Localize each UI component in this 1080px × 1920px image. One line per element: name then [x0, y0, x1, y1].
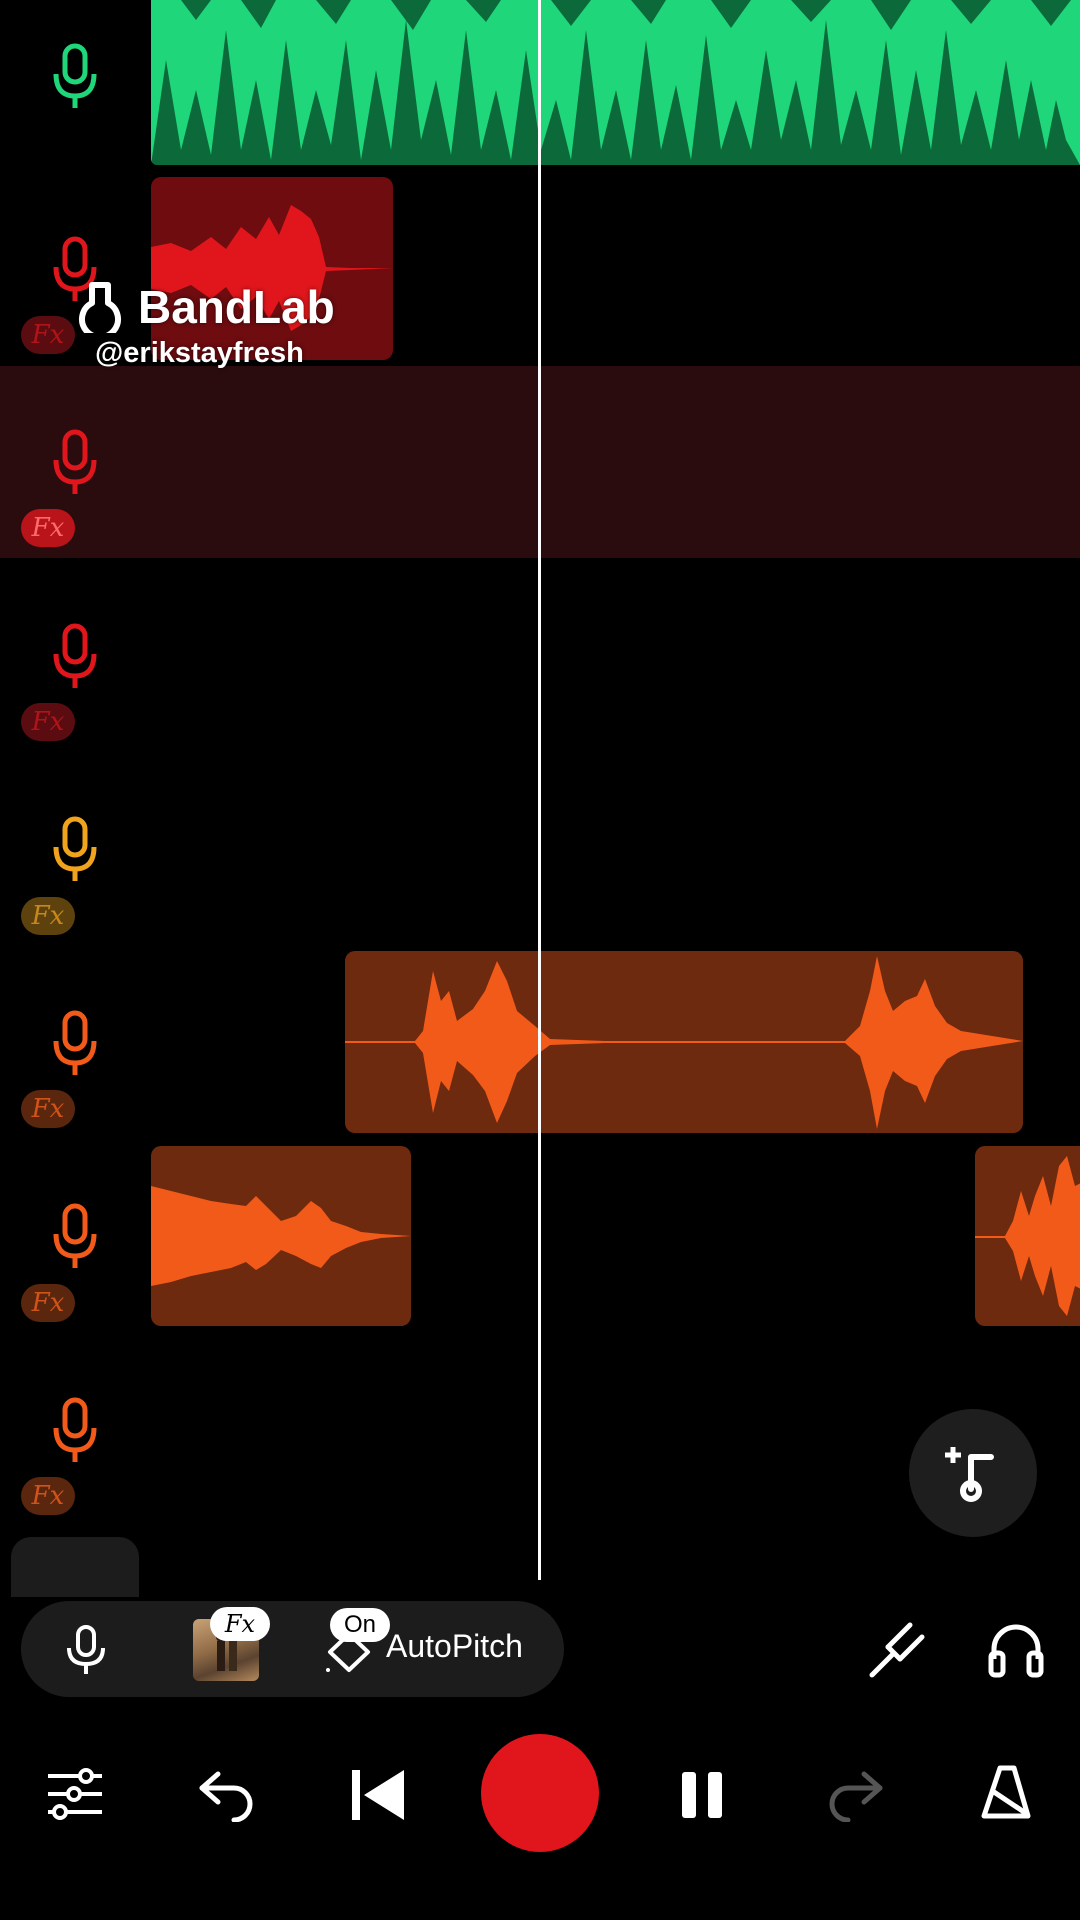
- track-6-mic-icon[interactable]: [50, 1009, 100, 1079]
- track-7-clip-b-waveform: [975, 1156, 1080, 1316]
- undo-icon[interactable]: [196, 1766, 258, 1822]
- watermark-brand: BandLab: [138, 281, 335, 333]
- autopitch-on-badge: On: [330, 1608, 390, 1642]
- track-5-mic-icon[interactable]: [50, 815, 100, 885]
- track-6-clip[interactable]: [345, 951, 1023, 1133]
- track-5-fx-badge[interactable]: Fx: [21, 897, 75, 935]
- track-8-mic-icon[interactable]: [50, 1396, 100, 1466]
- fx-preset-badge: Fx: [210, 1607, 270, 1641]
- track-6-fx-badge[interactable]: Fx: [21, 1090, 75, 1128]
- track-3-mic-icon[interactable]: [50, 428, 100, 498]
- bandlab-watermark: BandLab: [78, 280, 335, 334]
- mixer-sliders-icon[interactable]: [44, 1766, 106, 1822]
- redo-icon[interactable]: [824, 1766, 886, 1822]
- track-7-clip-a-waveform: [151, 1186, 411, 1286]
- playhead[interactable]: [538, 0, 541, 1580]
- skip-back-icon[interactable]: [350, 1768, 406, 1822]
- track-7-fx-badge[interactable]: Fx: [21, 1284, 75, 1322]
- track-3-fx-badge[interactable]: Fx: [21, 509, 75, 547]
- track-7-clip-b[interactable]: [975, 1146, 1080, 1326]
- track-6-waveform: [345, 956, 1023, 1129]
- track-7-clip-a[interactable]: [151, 1146, 411, 1326]
- track-7-mic-icon[interactable]: [50, 1202, 100, 1272]
- track-2-fx-badge[interactable]: Fx: [21, 316, 75, 354]
- track-drawer-handle[interactable]: [11, 1537, 139, 1597]
- pause-icon[interactable]: [680, 1770, 724, 1820]
- tuning-fork-icon[interactable]: [866, 1621, 926, 1681]
- track-1-clip[interactable]: [151, 0, 1080, 165]
- track-4-fx-badge[interactable]: Fx: [21, 703, 75, 741]
- add-music-note-icon: [945, 1447, 994, 1502]
- track-8-fx-badge[interactable]: Fx: [21, 1477, 75, 1515]
- input-mic-icon[interactable]: [64, 1624, 108, 1676]
- track-1-mic-icon[interactable]: [50, 42, 100, 112]
- add-track-button[interactable]: [909, 1409, 1037, 1537]
- track-4-mic-icon[interactable]: [50, 622, 100, 692]
- track-1-waveform: [151, 0, 1080, 165]
- autopitch-label[interactable]: AutoPitch: [386, 1628, 523, 1665]
- metronome-icon[interactable]: [974, 1762, 1036, 1824]
- record-button[interactable]: [481, 1734, 599, 1852]
- bandlab-logo-icon: [79, 282, 121, 333]
- headphones-icon[interactable]: [986, 1619, 1046, 1679]
- watermark-handle: @erikstayfresh: [95, 337, 304, 369]
